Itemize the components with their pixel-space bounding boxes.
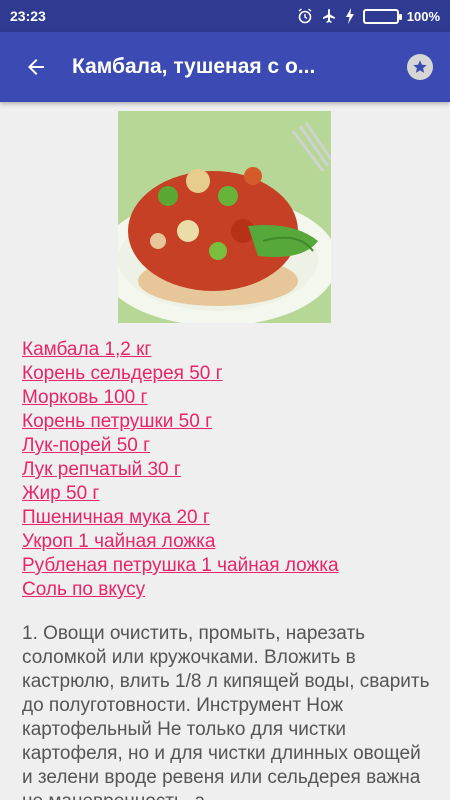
ingredient-link[interactable]: Лук репчатый 30 г <box>22 459 181 480</box>
star-icon <box>413 60 427 73</box>
status-time: 23:23 <box>10 8 46 24</box>
ingredient-link[interactable]: Камбала 1,2 кг <box>22 339 151 360</box>
ingredient-item[interactable]: Лук репчатый 30 г <box>22 458 432 482</box>
ingredient-item[interactable]: Рубленая петрушка 1 чайная ложка <box>22 554 432 578</box>
status-bar: 23:23 100% <box>0 0 450 32</box>
ingredient-link[interactable]: Лук-порей 50 г <box>22 435 150 456</box>
ingredient-item[interactable]: Соль по вкусу <box>22 578 432 602</box>
app-bar: Камбала, тушеная с о... <box>0 32 450 102</box>
ingredient-item[interactable]: Жир 50 г <box>22 482 432 506</box>
ingredient-item[interactable]: Укроп 1 чайная ложка <box>22 530 432 554</box>
status-icons: 100% <box>297 8 440 24</box>
ingredient-link[interactable]: Корень петрушки 50 г <box>22 411 212 432</box>
ingredient-item[interactable]: Морковь 100 г <box>22 386 432 410</box>
ingredient-link[interactable]: Соль по вкусу <box>22 579 145 600</box>
ingredient-link[interactable]: Корень сельдерея 50 г <box>22 363 223 384</box>
ingredients-list: Камбала 1,2 кг Корень сельдерея 50 г Мор… <box>22 338 432 602</box>
battery-percent: 100% <box>406 8 440 24</box>
arrow-back-icon <box>28 59 44 75</box>
airplane-mode-icon <box>321 8 337 24</box>
charging-bolt-icon <box>345 8 355 24</box>
ingredient-item[interactable]: Камбала 1,2 кг <box>22 338 432 362</box>
ingredient-link[interactable]: Морковь 100 г <box>22 387 147 408</box>
recipe-photo <box>118 111 331 323</box>
ingredient-link[interactable]: Пшеничная мука 20 г <box>22 507 210 528</box>
ingredient-item[interactable]: Корень сельдерея 50 г <box>22 362 432 386</box>
ingredient-item[interactable]: Пшеничная мука 20 г <box>22 506 432 530</box>
instructions-text: 1. Овощи очистить, промыть, нарезать сол… <box>22 623 430 800</box>
recipe-content[interactable]: Камбала 1,2 кг Корень сельдерея 50 г Мор… <box>0 102 450 800</box>
ingredient-link[interactable]: Рубленая петрушка 1 чайная ложка <box>22 555 339 576</box>
page-title: Камбала, тушеная с о... <box>72 55 316 78</box>
back-button[interactable] <box>0 32 72 102</box>
battery-icon <box>362 8 402 24</box>
ingredient-item[interactable]: Лук-порей 50 г <box>22 434 432 458</box>
ingredient-item[interactable]: Корень петрушки 50 г <box>22 410 432 434</box>
ingredient-link[interactable]: Укроп 1 чайная ложка <box>22 531 215 552</box>
alarm-icon <box>297 8 313 24</box>
ingredient-link[interactable]: Жир 50 г <box>22 483 99 504</box>
favorite-button[interactable] <box>390 32 450 102</box>
